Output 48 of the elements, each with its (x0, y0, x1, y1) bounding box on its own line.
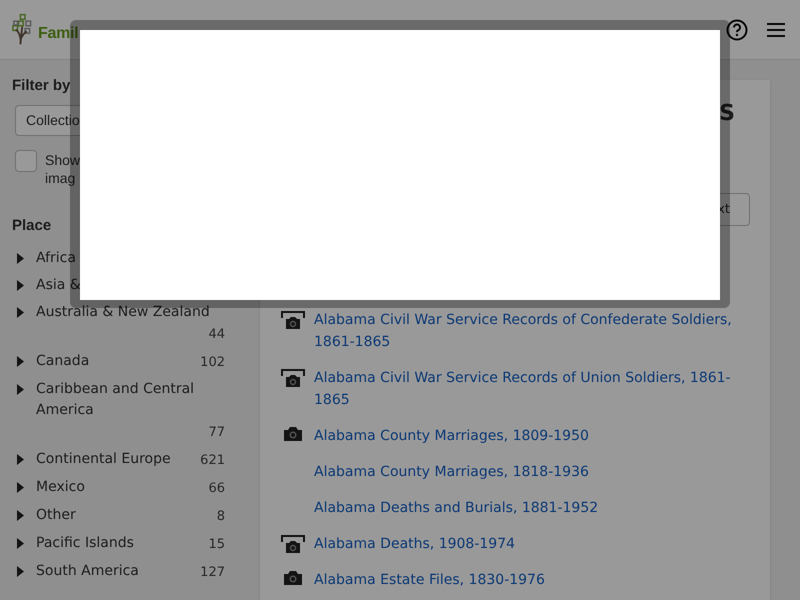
place-count: 621 (199, 452, 225, 470)
place-count: 127 (199, 564, 225, 582)
camera-icon (284, 571, 302, 585)
collection-link[interactable]: Alabama Estate Files, 1830-1976 (314, 569, 750, 591)
expand-caret-icon[interactable] (17, 306, 24, 318)
expand-caret-icon[interactable] (17, 566, 24, 576)
camera-icon (284, 427, 302, 441)
place-item[interactable]: Asia & (36, 274, 81, 296)
place-item[interactable]: Mexico (36, 476, 85, 498)
collection-link[interactable]: Alabama County Marriages, 1809-1950 (314, 425, 750, 447)
place-item[interactable]: Pacific Islands (36, 532, 134, 554)
expand-caret-icon[interactable] (17, 384, 24, 394)
place-item[interactable]: Australia & New Zealand (36, 302, 210, 322)
place-item[interactable]: Other (36, 504, 76, 526)
place-item[interactable]: Africa (36, 248, 76, 268)
logo-text[interactable]: Famil (38, 22, 78, 46)
checkbox-label: Show imag (45, 151, 79, 187)
expand-caret-icon[interactable] (17, 510, 24, 520)
framed-camera-icon (280, 369, 304, 388)
framed-camera-icon (280, 311, 304, 330)
place-item[interactable]: South America (36, 560, 139, 582)
collection-link[interactable]: Alabama Deaths, 1908-1974 (314, 533, 750, 555)
expand-caret-icon[interactable] (17, 356, 24, 366)
framed-camera-icon (280, 535, 304, 554)
help-icon[interactable] (726, 18, 748, 40)
place-count: 66 (207, 480, 225, 498)
place-heading: Place (12, 216, 52, 236)
expand-caret-icon[interactable] (17, 280, 24, 290)
expand-caret-icon[interactable] (17, 252, 24, 264)
collection-link[interactable]: Alabama Civil War Service Records of Union Soldiers, 1861-1865 (314, 367, 750, 411)
expand-caret-icon[interactable] (17, 482, 24, 492)
collection-link[interactable]: Alabama County Marriages, 1818-1936 (314, 461, 750, 483)
expand-caret-icon[interactable] (17, 538, 24, 548)
place-count: 77 (207, 424, 225, 442)
collection-link[interactable]: Alabama Civil War Service Records of Confederate Soldiers, 1861-1865 (314, 309, 750, 353)
place-count: 102 (199, 354, 225, 372)
place-item[interactable]: Continental Europe (36, 448, 171, 470)
expand-caret-icon[interactable] (17, 454, 24, 464)
place-item[interactable]: Caribbean and Central America (36, 378, 225, 420)
collection-link[interactable]: Alabama Deaths and Burials, 1881-1952 (314, 497, 750, 519)
place-count: 8 (216, 508, 225, 526)
page-heading: S (719, 101, 735, 127)
place-count: 15 (207, 536, 225, 554)
checkbox[interactable] (15, 150, 37, 172)
place-item[interactable]: Canada (36, 350, 90, 372)
filter-title: Filter by (12, 77, 70, 95)
menu-icon[interactable] (766, 22, 786, 38)
place-count: 44 (207, 326, 225, 344)
